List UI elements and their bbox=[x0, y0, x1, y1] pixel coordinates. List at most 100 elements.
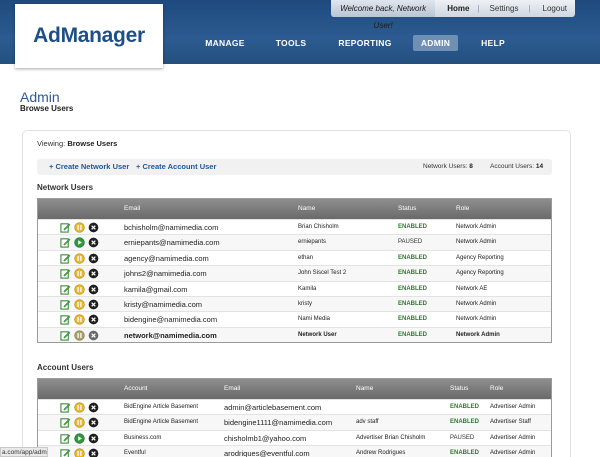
user-name: adv staff bbox=[356, 419, 379, 426]
nav-manage[interactable]: MANAGE bbox=[200, 35, 250, 51]
user-email[interactable]: johns2@namimedia.com bbox=[124, 269, 207, 278]
user-email[interactable]: chisholmb1@yahoo.com bbox=[224, 434, 306, 443]
user-role: Network Admin bbox=[456, 224, 497, 230]
edit-icon[interactable] bbox=[60, 284, 71, 295]
play-icon[interactable] bbox=[74, 237, 85, 249]
pause-icon[interactable] bbox=[74, 253, 85, 264]
edit-icon[interactable] bbox=[60, 314, 71, 325]
user-email[interactable]: kristy@namimedia.com bbox=[124, 300, 202, 309]
delete-icon[interactable] bbox=[88, 222, 99, 233]
status-badge: ENABLED bbox=[398, 270, 428, 277]
status-badge: ENABLED bbox=[398, 316, 428, 323]
delete-icon[interactable] bbox=[88, 299, 99, 310]
delete-icon[interactable] bbox=[88, 284, 99, 295]
col-status[interactable]: Status bbox=[450, 385, 468, 392]
col-account[interactable]: Account bbox=[124, 385, 148, 392]
pause-icon[interactable] bbox=[74, 222, 85, 233]
col-email[interactable]: Email bbox=[124, 205, 140, 212]
delete-icon[interactable] bbox=[88, 417, 99, 428]
user-email[interactable]: bchisholm@namimedia.com bbox=[124, 223, 218, 232]
user-email[interactable]: agency@namimedia.com bbox=[124, 254, 209, 263]
pause-icon[interactable] bbox=[74, 283, 85, 295]
user-email[interactable]: admin@articlebasement.com bbox=[224, 403, 321, 412]
row-actions bbox=[60, 448, 99, 457]
pause-icon[interactable] bbox=[74, 299, 85, 310]
pause-icon[interactable] bbox=[74, 402, 85, 413]
pause-icon[interactable] bbox=[74, 314, 85, 326]
account-name[interactable]: Eventful bbox=[124, 450, 146, 456]
user-name: Advertiser Brian Chisholm bbox=[356, 434, 426, 441]
status-badge: ENABLED bbox=[398, 224, 428, 230]
edit-icon[interactable] bbox=[60, 222, 71, 233]
col-name[interactable]: Name bbox=[356, 385, 373, 392]
col-status[interactable]: Status bbox=[398, 205, 416, 212]
viewing-prefix: Viewing: bbox=[37, 139, 66, 148]
pause-icon[interactable] bbox=[74, 448, 85, 457]
edit-icon[interactable] bbox=[60, 433, 71, 444]
delete-icon[interactable] bbox=[88, 433, 99, 444]
user-email[interactable]: kamila@gmail.com bbox=[124, 285, 187, 294]
viewing-label: Viewing: Browse Users bbox=[37, 139, 117, 148]
pause-icon[interactable] bbox=[74, 417, 85, 429]
user-name: Andrew Rodrigues bbox=[356, 450, 406, 457]
pause-icon[interactable] bbox=[74, 330, 85, 341]
nav-help[interactable]: HELP bbox=[477, 35, 509, 51]
viewing-value: Browse Users bbox=[67, 139, 118, 148]
table-row: Business.com chisholmb1@yahoo.com Advertis… bbox=[38, 429, 551, 446]
row-actions bbox=[60, 253, 99, 264]
edit-icon[interactable] bbox=[60, 237, 71, 249]
user-name: Brian Chisholm bbox=[298, 224, 339, 230]
home-link[interactable]: Home bbox=[435, 4, 477, 13]
create-network-user-link[interactable]: + Create Network User bbox=[49, 162, 129, 171]
status-badge: ENABLED bbox=[450, 404, 480, 410]
status-badge: PAUSED bbox=[398, 239, 423, 246]
edit-icon[interactable] bbox=[60, 402, 71, 413]
play-icon[interactable] bbox=[74, 433, 85, 444]
user-email[interactable]: network@namimedia.com bbox=[124, 331, 217, 340]
delete-icon[interactable] bbox=[88, 314, 99, 325]
logout-link[interactable]: Logout bbox=[531, 4, 575, 13]
user-role: Advertiser Staff bbox=[490, 419, 531, 426]
edit-icon[interactable] bbox=[60, 330, 71, 341]
delete-icon[interactable] bbox=[88, 268, 99, 279]
table-row: bidengine@namimedia.com Nami Media ENABLED… bbox=[38, 311, 551, 327]
settings-link[interactable]: Settings bbox=[480, 4, 529, 13]
user-role: Network AE bbox=[456, 285, 488, 292]
user-email[interactable]: bidengine@namimedia.com bbox=[124, 315, 217, 324]
table-row: bchisholm@namimedia.com Brian Chisholm ENA… bbox=[38, 219, 551, 235]
edit-icon[interactable] bbox=[60, 299, 71, 310]
col-role[interactable]: Role bbox=[490, 385, 503, 392]
delete-icon[interactable] bbox=[88, 330, 99, 341]
nav-reporting[interactable]: REPORTING bbox=[334, 35, 396, 51]
network-table-header: Email Name Status Role bbox=[38, 199, 551, 219]
row-actions bbox=[60, 283, 99, 295]
user-email[interactable]: bidengine1111@namimedia.com bbox=[224, 418, 332, 427]
user-role: Network Admin bbox=[456, 331, 500, 338]
pause-icon[interactable] bbox=[74, 268, 85, 279]
delete-icon[interactable] bbox=[88, 237, 99, 248]
user-name: Nami Media bbox=[298, 316, 331, 323]
network-users-title: Network Users bbox=[37, 183, 94, 192]
account-name[interactable]: Business.com bbox=[124, 435, 161, 441]
account-name[interactable]: BidEngine Article Basement bbox=[124, 419, 198, 425]
create-account-user-link[interactable]: + Create Account User bbox=[136, 162, 216, 171]
edit-icon[interactable] bbox=[60, 268, 71, 279]
user-email[interactable]: erniepants@namimedia.com bbox=[124, 238, 220, 247]
delete-icon[interactable] bbox=[88, 253, 99, 264]
account-name[interactable]: BidEngine Article Basement bbox=[124, 404, 198, 410]
col-role[interactable]: Role bbox=[456, 205, 469, 212]
delete-icon[interactable] bbox=[88, 448, 99, 457]
col-email[interactable]: Email bbox=[224, 385, 240, 392]
nav-tools[interactable]: TOOLS bbox=[270, 35, 312, 51]
user-role: Network Admin bbox=[456, 316, 497, 323]
edit-icon[interactable] bbox=[60, 417, 71, 429]
user-name: kristy bbox=[298, 300, 312, 307]
user-role: Agency Reporting bbox=[456, 254, 504, 261]
user-email[interactable]: arodriques@eventful.com bbox=[224, 449, 310, 457]
edit-icon[interactable] bbox=[60, 448, 71, 457]
edit-icon[interactable] bbox=[60, 253, 71, 264]
col-name[interactable]: Name bbox=[298, 205, 315, 212]
nav-admin[interactable]: ADMIN bbox=[413, 35, 458, 51]
account-users-title: Account Users bbox=[37, 363, 94, 372]
delete-icon[interactable] bbox=[88, 402, 99, 413]
